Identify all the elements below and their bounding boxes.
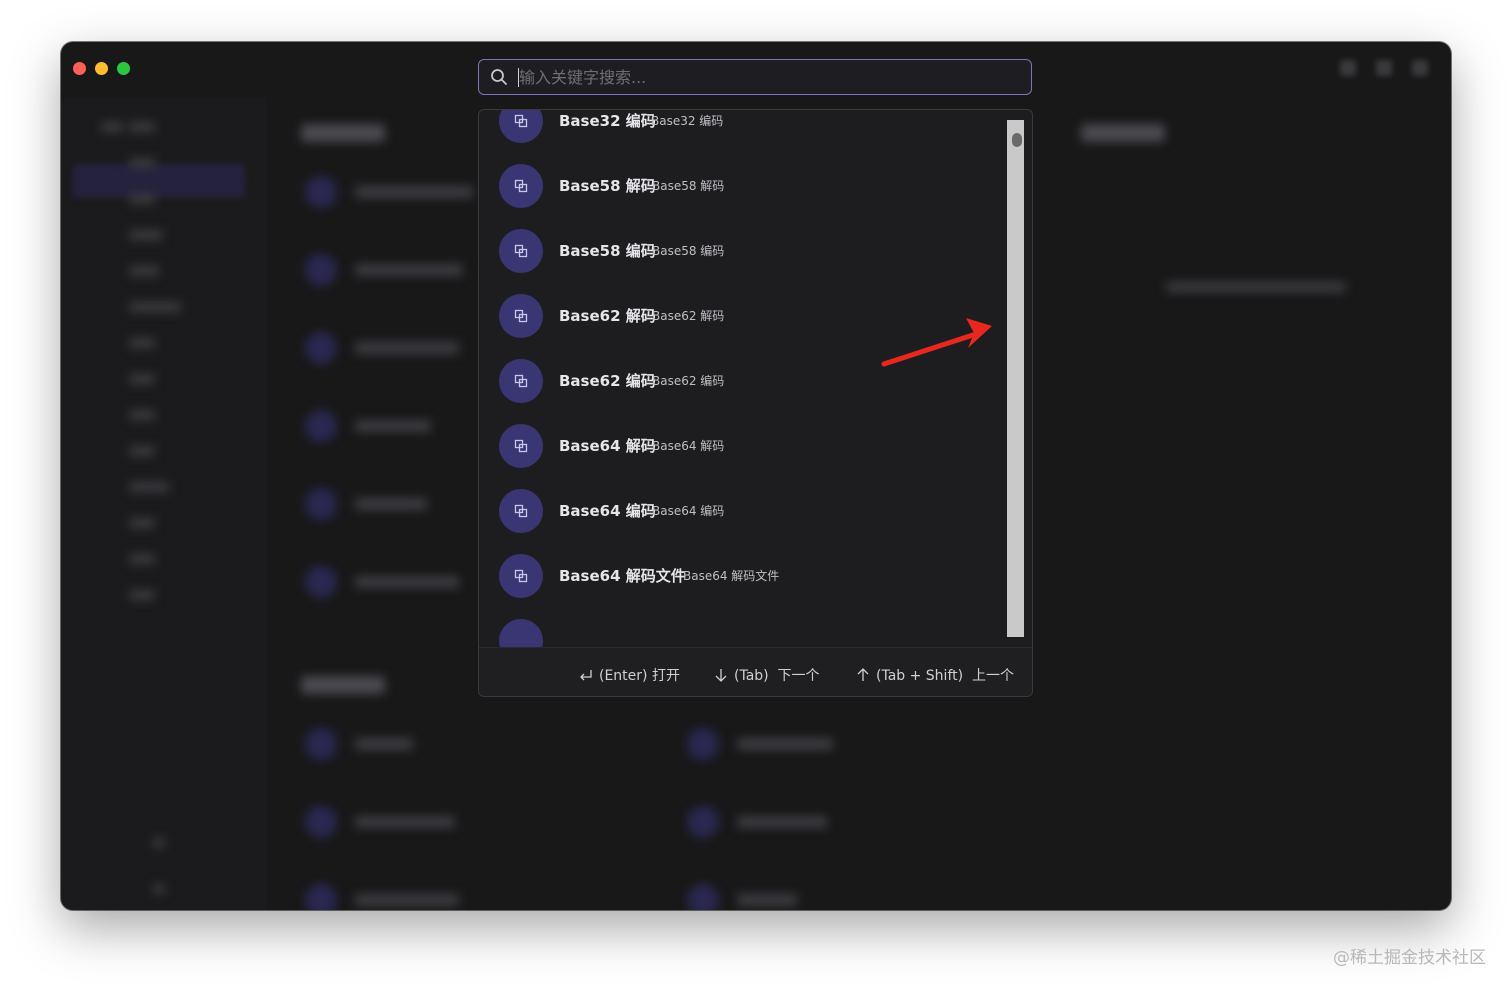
search-box[interactable] [478,59,1032,95]
watermark: @稀土掘金技术社区 [1333,948,1486,968]
copy-icon [499,359,543,403]
result-subtitle: Base64 解码文件 [683,569,780,583]
scrollbar-thumb[interactable] [1012,133,1022,147]
enter-icon [580,670,592,681]
copy-icon [499,424,543,468]
sidebar-blurred [61,98,266,910]
scrollbar-track[interactable] [1007,120,1024,637]
settings-icon[interactable] [1376,60,1392,76]
result-title: Base58 编码 [559,242,656,260]
theme-icon[interactable] [1340,60,1356,76]
arrow-up-icon [857,668,869,681]
copy-icon [499,110,543,143]
annotation-arrow-icon [881,318,992,367]
copy-icon [499,489,543,533]
app-window: Base32 编码 Base32 编码 Base58 解码 Base58 解码 … [61,42,1451,910]
zoom-window-button[interactable] [117,62,130,75]
copy-icon [499,164,543,208]
result-title: Base32 编码 [559,112,656,130]
close-window-button[interactable] [73,62,86,75]
keyboard-hints: (Enter) 打开 (Tab) 下一个 (Tab + Shift) 上一个 [479,647,1032,696]
copy-icon [499,619,543,647]
result-subtitle: Base62 编码 [652,374,725,388]
enter-hint: (Enter) 打开 [579,665,680,685]
copy-icon [499,294,543,338]
result-title: Base62 解码 [559,307,656,325]
tab-hint: (Tab) 下一个 [714,665,820,685]
result-title: Base58 解码 [559,177,656,195]
tab-hint-label: (Tab) 下一个 [734,668,820,684]
result-subtitle: Base64 解码 [652,439,725,453]
result-subtitle: Base58 编码 [652,244,725,258]
github-icon[interactable] [1412,60,1428,76]
result-subtitle: Base62 解码 [652,309,725,323]
list-item[interactable]: Base64 解码文件 Base64 解码文件 [479,544,1007,609]
result-title: Base64 编码 [559,502,656,520]
list-item[interactable]: Base58 解码 Base58 解码 [479,154,1007,219]
text-caret [518,68,519,87]
search-icon [491,69,507,85]
shift-tab-hint: (Tab + Shift) 上一个 [856,665,1014,685]
result-subtitle: Base32 编码 [651,114,724,128]
search-input[interactable] [517,60,1021,95]
list-item[interactable]: Base58 编码 Base58 编码 [479,219,1007,284]
enter-hint-label: (Enter) 打开 [599,668,680,684]
shift-tab-hint-label: (Tab + Shift) 上一个 [876,668,1014,684]
result-subtitle: Base64 编码 [652,504,725,518]
result-title: Base62 编码 [559,372,656,390]
arrow-down-icon [715,669,727,682]
list-item[interactable] [479,609,1007,647]
result-title: Base64 解码文件 [559,567,686,585]
search-results-dropdown: Base32 编码 Base32 编码 Base58 解码 Base58 解码 … [478,109,1033,697]
list-item[interactable]: Base64 编码 Base64 编码 [479,479,1007,544]
result-title: Base64 解码 [559,437,656,455]
results-list[interactable]: Base32 编码 Base32 编码 Base58 解码 Base58 解码 … [479,110,1007,647]
result-subtitle: Base58 解码 [652,179,725,193]
copy-icon [499,229,543,273]
copy-icon [499,554,543,598]
list-item[interactable]: Base64 解码 Base64 解码 [479,414,1007,479]
list-item[interactable]: Base32 编码 Base32 编码 [479,110,1007,154]
minimize-window-button[interactable] [95,62,108,75]
